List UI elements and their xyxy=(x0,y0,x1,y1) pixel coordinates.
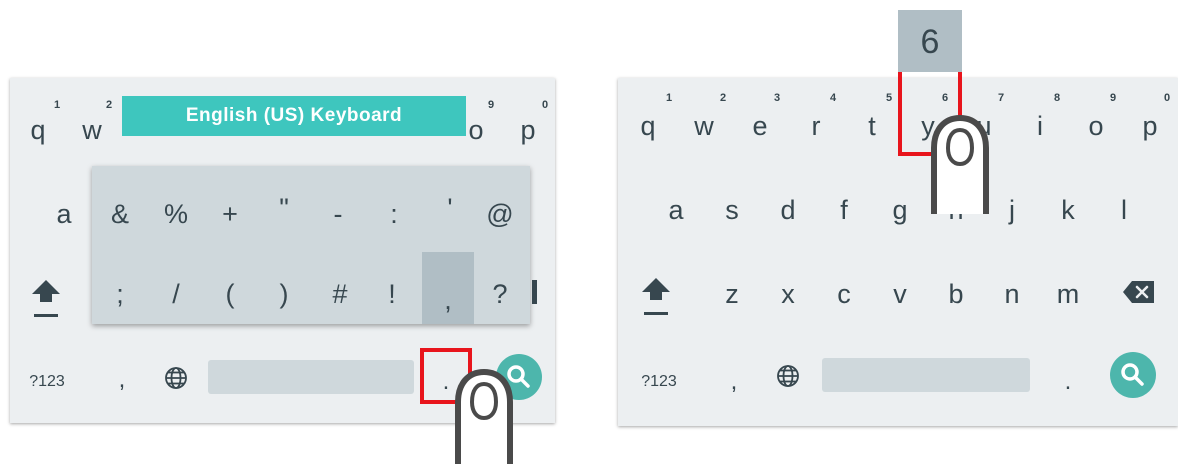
symbols-key[interactable]: ?123 xyxy=(634,364,684,400)
key-g[interactable]: g xyxy=(878,192,922,228)
key-l[interactable]: l xyxy=(1102,192,1146,228)
key-v[interactable]: v xyxy=(878,276,922,312)
popup-key[interactable]: ) xyxy=(262,276,306,312)
popup-key[interactable]: - xyxy=(316,196,360,232)
hint-r: 4 xyxy=(829,92,837,104)
shift-icon[interactable] xyxy=(640,274,672,318)
popup-key[interactable]: & xyxy=(98,196,142,232)
keyboard-language-banner: English (US) Keyboard xyxy=(122,96,466,136)
key-o[interactable]: o xyxy=(1074,108,1118,144)
globe-icon[interactable] xyxy=(776,364,800,388)
shift-icon[interactable] xyxy=(30,276,62,320)
popup-key[interactable]: " xyxy=(262,190,306,226)
symbols-key[interactable]: ?123 xyxy=(22,364,72,400)
key-w[interactable]: w xyxy=(70,112,114,148)
key-x[interactable]: x xyxy=(766,276,810,312)
key-preview-popup: 6 xyxy=(898,10,962,72)
key-q[interactable]: q xyxy=(626,108,670,144)
key-d[interactable]: d xyxy=(766,192,810,228)
popup-key[interactable]: : xyxy=(372,196,416,232)
key-f[interactable]: f xyxy=(822,192,866,228)
popup-key[interactable]: ( xyxy=(208,276,252,312)
popup-key[interactable]: # xyxy=(318,276,362,312)
popup-key[interactable]: ' xyxy=(428,190,472,226)
popup-key-selected[interactable]: , xyxy=(426,282,470,318)
key-c[interactable]: c xyxy=(822,276,866,312)
period-key[interactable]: . xyxy=(1046,364,1090,400)
key-p[interactable]: p xyxy=(506,112,550,148)
comma-key[interactable]: , xyxy=(100,362,144,398)
key-q[interactable]: q xyxy=(16,112,60,148)
key-p[interactable]: p xyxy=(1128,108,1172,144)
key-k[interactable]: k xyxy=(1046,192,1090,228)
hint-q: 1 xyxy=(53,99,61,111)
hint-w: 2 xyxy=(719,92,727,104)
key-z[interactable]: z xyxy=(710,276,754,312)
popup-key[interactable]: + xyxy=(208,196,252,232)
key-w[interactable]: w xyxy=(682,108,726,144)
popup-key[interactable]: @ xyxy=(478,196,522,232)
globe-icon[interactable] xyxy=(164,366,188,390)
key-edge-indicator xyxy=(532,280,537,304)
search-icon xyxy=(1121,363,1144,386)
hint-p: 0 xyxy=(1163,92,1171,104)
hint-o: 9 xyxy=(1109,92,1117,104)
comma-key[interactable]: , xyxy=(712,364,756,400)
key-t[interactable]: t xyxy=(850,108,894,144)
key-m[interactable]: m xyxy=(1046,276,1090,312)
space-bar[interactable] xyxy=(208,360,414,394)
backspace-icon[interactable] xyxy=(1122,280,1156,304)
key-r[interactable]: r xyxy=(794,108,838,144)
hint-u: 7 xyxy=(997,92,1005,104)
hint-w: 2 xyxy=(105,99,113,111)
popup-key[interactable]: ; xyxy=(98,276,142,312)
key-a[interactable]: a xyxy=(654,192,698,228)
hint-p: 0 xyxy=(541,99,549,111)
key-e[interactable]: e xyxy=(738,108,782,144)
key-i[interactable]: i xyxy=(1018,108,1062,144)
key-b[interactable]: b xyxy=(934,276,978,312)
key-a[interactable]: a xyxy=(42,196,86,232)
popup-key[interactable]: ! xyxy=(370,276,414,312)
popup-key[interactable]: % xyxy=(154,196,198,232)
finger-icon xyxy=(928,112,992,214)
hint-i: 8 xyxy=(1053,92,1061,104)
key-s[interactable]: s xyxy=(710,192,754,228)
key-n[interactable]: n xyxy=(990,276,1034,312)
hint-q: 1 xyxy=(665,92,673,104)
hint-e: 3 xyxy=(773,92,781,104)
search-button[interactable] xyxy=(1110,352,1156,398)
key-j[interactable]: j xyxy=(990,192,1034,228)
finger-icon xyxy=(452,366,516,464)
popup-key[interactable]: ? xyxy=(478,276,522,312)
hint-t: 5 xyxy=(885,92,893,104)
hint-o: 9 xyxy=(487,99,495,111)
space-bar[interactable] xyxy=(822,358,1030,392)
popup-key[interactable]: / xyxy=(154,276,198,312)
